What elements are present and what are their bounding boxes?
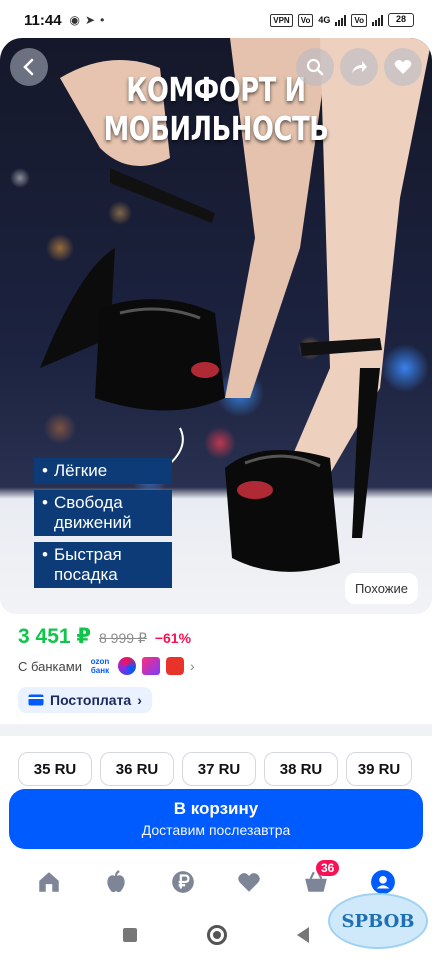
price-row: 3 451 ₽ 8 999 ₽ −61% (18, 624, 414, 649)
back-platform (95, 299, 225, 411)
product-image[interactable]: КОМФОРТ И МОБИЛЬНОСТЬ • Лёгкие • Свобода д… (0, 38, 432, 614)
feature-item: • Быстрая посадка (34, 542, 172, 588)
feature-item: • Лёгкие (34, 458, 172, 484)
section-divider (0, 724, 432, 736)
volte-icon-2: Vo (351, 13, 367, 27)
size-option[interactable]: 35 RU (18, 752, 92, 786)
postpay-label: Постоплата (50, 692, 132, 708)
home-icon (39, 872, 60, 892)
nav-home[interactable] (29, 862, 69, 902)
more-dots-icon: • (100, 13, 105, 27)
signal-icon (335, 14, 347, 26)
signal-icon-2 (372, 14, 383, 26)
location-icon: ◉ (69, 13, 81, 27)
size-option[interactable]: 38 RU (264, 752, 338, 786)
size-option[interactable]: 36 RU (100, 752, 174, 786)
size-option[interactable]: 37 RU (182, 752, 256, 786)
watermark: SPBOB (328, 893, 428, 949)
feature-item: • Свобода движений (34, 490, 172, 536)
hero-title: КОМФОРТ И МОБИЛЬНОСТЬ (103, 70, 329, 148)
card-icon (28, 694, 44, 706)
status-right: VPN Vo 4G Vo 28 (270, 13, 414, 27)
banks-label: С банками (18, 658, 82, 674)
discount-badge: −61% (154, 630, 192, 646)
nav-favorites[interactable] (229, 862, 269, 902)
delivery-note: Доставим послезавтра (141, 822, 291, 838)
volte-icon: Vo (297, 13, 314, 27)
bank-offers-row[interactable]: С банками ozon банк › (18, 657, 414, 675)
back-system-button[interactable] (297, 927, 309, 943)
current-price: 3 451 ₽ (18, 625, 91, 648)
telegram-icon: ➤ (85, 13, 96, 27)
add-to-cart-button[interactable]: В корзину Доставим послезавтра (9, 789, 423, 849)
profile-icon (370, 870, 395, 894)
apple-icon (107, 870, 125, 893)
bank-logo-purple (141, 657, 160, 675)
share-icon (352, 61, 367, 73)
bank-logo-sbp (117, 657, 136, 675)
size-selector: 35 RU 36 RU 37 RU 38 RU 39 RU (18, 752, 412, 786)
status-bar: 11:44 ◉ ➤ • VPN Vo 4G Vo 28 (0, 0, 432, 40)
nav-fresh[interactable] (96, 862, 136, 902)
feature-list: • Лёгкие • Свобода движений • Быстрая посад… (34, 458, 172, 588)
vpn-badge: VPN (270, 13, 293, 27)
ruble-icon (171, 871, 194, 893)
chevron-left-icon (23, 58, 34, 76)
similar-button[interactable]: Похожие (344, 573, 418, 604)
nav-cart[interactable]: 36 (296, 860, 340, 902)
ozon-bank-logo: ozon банк (90, 657, 110, 675)
postpay-button[interactable]: Постоплата › (18, 687, 152, 713)
old-price: 8 999 ₽ (99, 630, 147, 646)
heart-icon (394, 60, 412, 74)
back-strap (110, 168, 215, 223)
cart-badge: 36 (315, 860, 340, 876)
favorite-button[interactable] (384, 48, 422, 86)
recent-apps-button[interactable] (123, 928, 137, 942)
search-icon (306, 58, 324, 76)
status-time: 11:44 (24, 11, 62, 29)
chevron-right-icon: › (189, 658, 195, 674)
back-button[interactable] (10, 48, 48, 86)
search-button[interactable] (296, 48, 334, 86)
bank-logo-red (165, 657, 184, 675)
back-toes (191, 362, 219, 378)
share-button[interactable] (340, 48, 378, 86)
home-button[interactable] (207, 925, 227, 945)
battery-icon: 28 (388, 13, 414, 27)
network-type: 4G (318, 15, 331, 25)
front-platform (225, 450, 340, 572)
chevron-right-icon: › (137, 692, 142, 708)
front-toes (237, 481, 273, 499)
cart-button-title: В корзину (173, 799, 259, 818)
heart-icon (238, 873, 261, 892)
size-option[interactable]: 39 RU (346, 752, 412, 786)
price-section: 3 451 ₽ 8 999 ₽ −61% С банками ozon банк… (0, 614, 432, 724)
nav-finance[interactable] (163, 862, 203, 902)
